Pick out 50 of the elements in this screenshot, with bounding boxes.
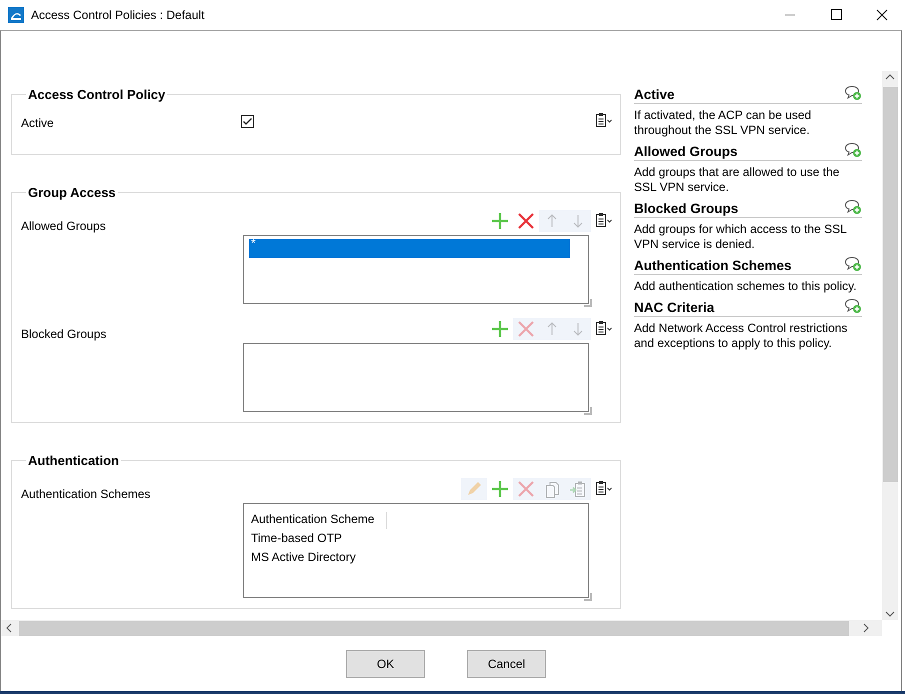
section-title: Authentication (27, 453, 120, 468)
help-text: Add authentication schemes to this policy. (634, 279, 858, 294)
help-title: NAC Criteria (634, 300, 714, 315)
dialog-button[interactable]: OK (346, 650, 425, 678)
help-title: Authentication Schemes (634, 258, 792, 273)
field-label: Active (21, 115, 55, 130)
add-comment-icon[interactable] (844, 256, 862, 272)
add-comment-icon[interactable] (844, 199, 862, 215)
add-comment-icon[interactable] (844, 142, 862, 158)
help-text: Add groups that are allowed to use the SSL VPN service. (634, 165, 840, 195)
clipboard-menu-icon[interactable] (595, 212, 613, 228)
section-title: Access Control Policy (27, 87, 166, 102)
clipboard-menu-icon[interactable] (595, 480, 613, 496)
resize-grip-icon (584, 407, 592, 415)
help-title: Active (634, 87, 675, 102)
field-label: Allowed Groups (21, 218, 107, 233)
window-title: Access Control Policies : Default (31, 8, 204, 22)
plus-icon (490, 211, 510, 231)
dialog-button[interactable]: Cancel (467, 650, 546, 678)
resize-grip-icon (584, 299, 592, 307)
section-title: Group Access (27, 185, 117, 200)
x-icon (516, 479, 536, 499)
app-icon (8, 7, 24, 23)
help-text: Add groups for which access to the SSL VPN service is denied. (634, 222, 848, 252)
x-icon (516, 211, 536, 231)
import-icon (568, 479, 588, 499)
list-item[interactable]: MS Active Directory (249, 548, 583, 567)
list-box[interactable]: Authentication Scheme Time-based OTP MS Active Directory (243, 503, 589, 598)
help-text: If activated, the ACP can be used throughout the SSL VPN service. (634, 108, 812, 138)
plus-icon (490, 479, 510, 499)
help-title: Blocked Groups (634, 201, 738, 216)
vertical-scrollbar[interactable] (882, 71, 898, 620)
list-item[interactable]: Time-based OTP (249, 529, 583, 548)
clipboard-menu-icon[interactable] (595, 320, 613, 336)
help-title: Allowed Groups (634, 144, 738, 159)
column-header[interactable]: Authentication Scheme (249, 512, 388, 529)
x-icon (516, 319, 536, 339)
list-item[interactable]: * (249, 239, 570, 258)
resize-grip-icon (584, 593, 592, 601)
plus-icon (490, 319, 510, 339)
add-comment-icon[interactable] (844, 85, 862, 101)
field-label: Blocked Groups (21, 326, 108, 341)
list-box[interactable]: * (243, 235, 589, 304)
clipboard-menu-icon[interactable] (595, 112, 613, 128)
horizontal-scrollbar[interactable] (1, 620, 882, 636)
checkbox[interactable] (241, 115, 254, 128)
add-comment-icon[interactable] (844, 298, 862, 314)
list-box[interactable] (243, 343, 589, 412)
field-label: Authentication Schemes (21, 486, 152, 501)
help-text: Add Network Access Control restrictions and exceptions to apply to this policy. (634, 321, 848, 351)
